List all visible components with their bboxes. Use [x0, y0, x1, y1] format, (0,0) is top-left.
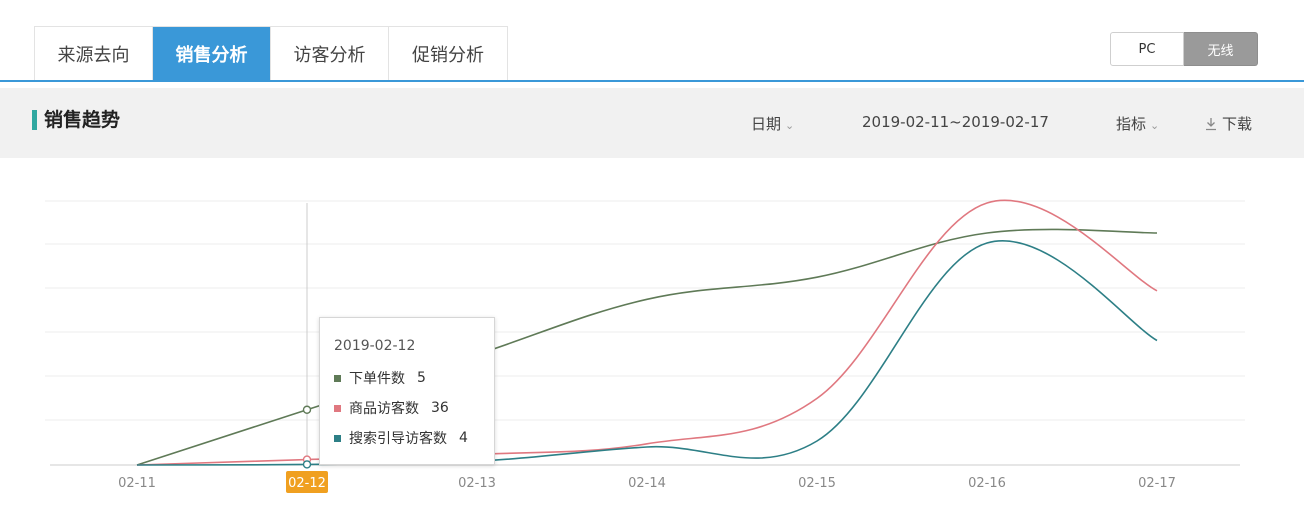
download-label: 下载 [1222, 115, 1253, 133]
date-range-label: 2019-02-11~2019-02-17 [862, 113, 1049, 131]
series-point [302, 460, 312, 469]
tooltip-date: 2019-02-12 [334, 338, 416, 354]
tooltip-series-value: 5 [417, 370, 426, 386]
title-accent-bar [32, 110, 37, 130]
x-tick-label: 02-17 [1138, 476, 1176, 491]
series-line [136, 240, 1158, 466]
tab-promotion-analysis[interactable]: 促销分析 [389, 27, 507, 81]
metric-dropdown-label: 指标 [1116, 115, 1147, 133]
legend-swatch [334, 374, 341, 382]
tooltip-series-name: 搜索引导访客数 [349, 431, 447, 447]
tab-sales-analysis[interactable]: 销售分析 [153, 27, 271, 81]
sales-trend-chart: 02-11 02-12 02-13 02-14 02-15 02-16 02-17 [45, 199, 1245, 493]
tooltip-series-value: 36 [431, 400, 449, 416]
tooltip-series-name: 下单件数 [349, 371, 405, 387]
x-tick-label: 02-11 [118, 476, 156, 491]
tab-visitor-analysis[interactable]: 访客分析 [271, 27, 389, 81]
tab-bar: 来源去向 销售分析 访客分析 促销分析 [34, 26, 508, 81]
wireless-toggle-button[interactable]: 无线 [1184, 32, 1258, 66]
x-tick-label: 02-13 [458, 476, 496, 491]
x-tick-label: 02-15 [798, 476, 836, 491]
metric-dropdown[interactable]: 指标 ⌄ [1116, 113, 1159, 134]
download-button[interactable]: 下载 [1204, 113, 1252, 134]
tooltip-series-value: 4 [459, 430, 468, 446]
download-icon [1206, 118, 1216, 131]
series-line [136, 228, 1158, 466]
chevron-down-icon: ⌄ [785, 119, 795, 132]
date-dropdown-label: 日期 [751, 115, 782, 133]
tooltip-row: 商品访客数 36 [334, 398, 449, 418]
tooltip-row: 搜索引导访客数 4 [334, 428, 468, 448]
tooltip-series-name: 商品访客数 [349, 401, 419, 417]
pc-toggle-button[interactable]: PC [1110, 32, 1184, 66]
device-toggle: PC 无线 [1110, 32, 1258, 66]
tab-traffic-source[interactable]: 来源去向 [35, 27, 153, 81]
section-header [0, 88, 1304, 158]
chevron-down-icon: ⌄ [1150, 119, 1160, 132]
date-dropdown[interactable]: 日期 ⌄ [751, 113, 794, 134]
x-tick-label: 02-16 [968, 476, 1006, 491]
x-tick-label: 02-12 [288, 476, 326, 491]
date-range-picker[interactable]: 2019-02-11~2019-02-17 [862, 113, 1049, 131]
series-line [136, 199, 1158, 466]
series-point [302, 405, 312, 414]
tab-underline [0, 80, 1304, 82]
legend-swatch [334, 434, 341, 442]
legend-swatch [334, 404, 341, 412]
tooltip-row: 下单件数 5 [334, 368, 426, 388]
chart-tooltip: 2019-02-12 下单件数 5 商品访客数 36 搜索引导访客数 4 [319, 317, 495, 465]
x-tick-label: 02-14 [628, 476, 666, 491]
section-title: 销售趋势 [44, 109, 121, 131]
